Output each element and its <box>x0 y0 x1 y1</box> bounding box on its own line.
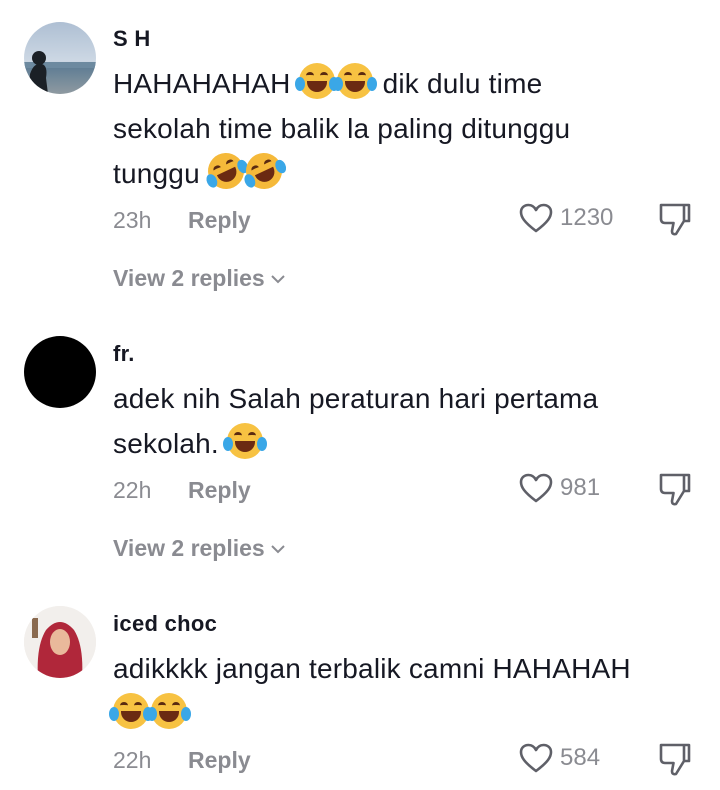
thumbs-down-icon[interactable] <box>658 201 692 237</box>
rolling-on-the-floor-laughing-emoji <box>239 147 288 195</box>
comment-text-part: dik dulu time <box>382 68 543 99</box>
avatar[interactable] <box>24 606 96 678</box>
view-replies-label: View 2 replies <box>113 265 265 291</box>
comment-timestamp: 22h <box>113 477 152 503</box>
face-with-tears-of-joy-emoji <box>294 63 339 99</box>
heart-outline-icon <box>519 473 553 503</box>
face-with-tears-of-joy-emoji <box>147 693 191 729</box>
view-replies-label: View 2 replies <box>113 535 265 561</box>
like-button[interactable]: 981 <box>518 472 600 504</box>
view-replies-button[interactable]: View 2 replies <box>113 265 285 292</box>
avatar-photo <box>24 51 96 94</box>
view-replies-button[interactable]: View 2 replies <box>113 535 285 562</box>
comment-text-line: adikkkk jangan terbalik camni HAHAHAH <box>113 653 631 684</box>
avatar[interactable] <box>24 22 96 94</box>
comment-username[interactable]: iced choc <box>113 611 217 637</box>
reply-button[interactable]: Reply <box>188 747 251 774</box>
comment-text-part: HAHAHAHAH <box>113 68 291 99</box>
rolling-on-the-floor-laughing-emoji <box>201 147 250 195</box>
like-button[interactable]: 584 <box>518 742 600 774</box>
comment-text-line: sekolah. <box>113 428 219 459</box>
face-with-tears-of-joy-emoji <box>222 423 267 459</box>
comment-text: adek nih Salah peraturan hari pertama se… <box>113 376 703 466</box>
thumbs-down-icon[interactable] <box>658 471 692 507</box>
face-with-tears-of-joy-emoji <box>109 693 153 729</box>
comment-text-line: tunggu <box>113 158 200 189</box>
comment-username[interactable]: fr. <box>113 341 135 367</box>
like-count: 1230 <box>560 204 614 231</box>
face-with-tears-of-joy-emoji <box>332 63 377 99</box>
heart-outline-icon <box>519 203 553 233</box>
comment-username[interactable]: S H <box>113 26 151 52</box>
reply-button[interactable]: Reply <box>188 477 251 504</box>
like-count: 981 <box>560 474 601 501</box>
like-button[interactable]: 1230 <box>518 202 613 234</box>
chevron-down-icon <box>271 544 285 553</box>
comment-text-line: sekolah time balik la paling ditunggu <box>113 113 571 144</box>
comment-timestamp: 22h <box>113 747 152 773</box>
comment-text: HAHAHAHAH dik dulu time sekolah time bal… <box>113 61 703 196</box>
chevron-down-icon <box>271 274 285 283</box>
avatar[interactable] <box>24 336 96 408</box>
comment-text-line: adek nih Salah peraturan hari pertama <box>113 383 599 414</box>
like-count: 584 <box>560 744 601 771</box>
avatar-photo <box>24 606 96 678</box>
comment-text: adikkkk jangan terbalik camni HAHAHAH <box>109 646 703 736</box>
reply-button[interactable]: Reply <box>188 207 251 234</box>
comment-timestamp: 23h <box>113 207 152 233</box>
thumbs-down-icon[interactable] <box>658 741 692 777</box>
heart-outline-icon <box>519 743 553 773</box>
